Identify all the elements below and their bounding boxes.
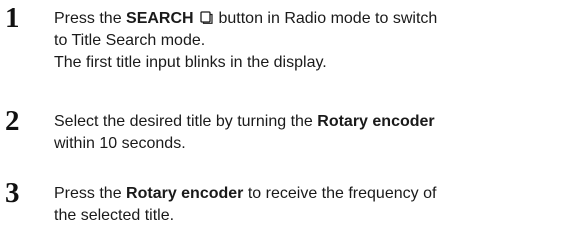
step-line: the selected title. (54, 207, 175, 224)
rotary-encoder-label: Rotary encoder (317, 113, 435, 130)
step-number: 3 (5, 177, 20, 209)
step-text-segment: to receive the frequency of (243, 185, 437, 202)
step-text: Press the Rotary encoder to receive the … (54, 183, 574, 227)
step-line: Press the Rotary encoder to receive the … (54, 183, 574, 205)
step-line: The first title input blinks in the disp… (54, 54, 327, 71)
search-button-label: SEARCH (126, 10, 194, 27)
step-text: Select the desired title by turning the … (54, 111, 574, 155)
step-text-segment: Select the desired title by turning the (54, 113, 318, 130)
step-line: Press the SEARCH button in Radio mode to… (54, 8, 574, 30)
step-line: within 10 seconds. (54, 135, 186, 152)
step-text: Press the SEARCH button in Radio mode to… (54, 8, 574, 74)
step-text-segment: button in Radio mode to switch (214, 10, 438, 27)
step-number: 1 (5, 2, 20, 34)
rotary-encoder-label: Rotary encoder (126, 185, 244, 202)
step-line: Select the desired title by turning the … (54, 111, 574, 133)
step-line: to Title Search mode. (54, 32, 206, 49)
step-number: 2 (5, 105, 20, 137)
step-text-segment: Press the (54, 10, 127, 27)
step-text-segment: Press the (54, 185, 127, 202)
search-page-icon (200, 11, 213, 24)
